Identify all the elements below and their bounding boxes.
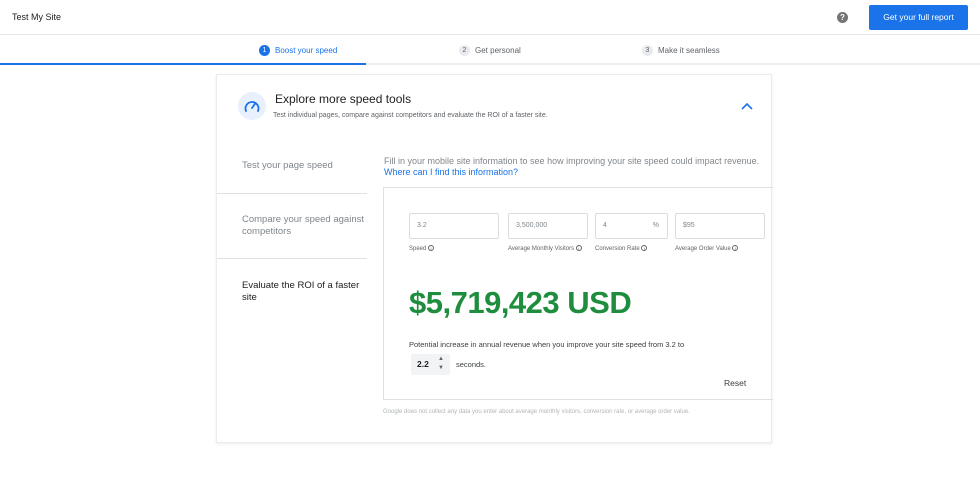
chevron-up-icon[interactable]: ▲ bbox=[438, 356, 444, 362]
card-title: Explore more speed tools bbox=[275, 92, 412, 106]
target-speed-value: 2.2 bbox=[417, 359, 429, 369]
site-title[interactable]: Test My Site bbox=[12, 12, 61, 22]
info-icon[interactable]: i bbox=[575, 245, 582, 252]
active-step-indicator bbox=[0, 63, 366, 65]
order-label-text: Average Order Value bbox=[675, 246, 731, 252]
reset-button[interactable]: Reset bbox=[724, 378, 746, 388]
card-subtitle: Test individual pages, compare against c… bbox=[273, 112, 548, 119]
step-label: Make it seamless bbox=[658, 45, 720, 55]
speed-input[interactable]: 3.2 bbox=[409, 213, 499, 239]
visitors-label: Average Monthly Visitors i bbox=[508, 245, 588, 254]
conversion-rate-input[interactable]: 4 % bbox=[595, 213, 668, 239]
roi-calculator: 3.2 3,500,000 4 % $95 Speed i Average Mo… bbox=[383, 187, 773, 400]
conversion-rate-value: 4 bbox=[603, 222, 607, 229]
step-label: Boost your speed bbox=[275, 45, 338, 55]
nav-compare-speed[interactable]: Compare your speed against competitors bbox=[217, 214, 367, 238]
nav-divider bbox=[217, 258, 367, 259]
order-value-input[interactable]: $95 bbox=[675, 213, 765, 239]
percent-unit: % bbox=[652, 222, 659, 229]
nav-test-page-speed[interactable]: Test your page speed bbox=[217, 160, 367, 172]
monthly-visitors-input[interactable]: 3,500,000 bbox=[508, 213, 588, 239]
step-number: 1 bbox=[259, 44, 270, 56]
get-full-report-button[interactable]: Get your full report bbox=[869, 5, 968, 30]
speed-tools-card: Explore more speed tools Test individual… bbox=[216, 74, 773, 443]
progress-steps: 1 Boost your speed 2 Get personal 3 Make… bbox=[0, 35, 980, 65]
speedometer-icon bbox=[238, 92, 266, 120]
chevron-up-icon[interactable] bbox=[741, 97, 753, 115]
nav-evaluate-roi[interactable]: Evaluate the ROI of a faster site bbox=[217, 280, 367, 304]
potential-increase-text: Potential increase in annual revenue whe… bbox=[409, 340, 685, 349]
step-number: 3 bbox=[642, 44, 653, 56]
step-make-seamless[interactable]: 3 Make it seamless bbox=[642, 44, 720, 56]
intro-description: Fill in your mobile site information to … bbox=[384, 156, 760, 166]
conversion-label-text: Conversion Rate bbox=[595, 246, 640, 252]
visitors-label-text: Average Monthly Visitors bbox=[508, 246, 575, 252]
intro-text: Fill in your mobile site information to … bbox=[384, 156, 764, 178]
step-get-personal[interactable]: 2 Get personal bbox=[459, 44, 521, 56]
privacy-disclaimer: Google does not collect any data you ent… bbox=[383, 409, 690, 415]
step-label: Get personal bbox=[475, 45, 521, 55]
info-icon[interactable]: i bbox=[732, 245, 739, 252]
nav-divider bbox=[217, 193, 367, 194]
target-speed-stepper[interactable]: 2.2 ▲ ▼ bbox=[411, 354, 450, 375]
revenue-amount: $5,719,423 USD bbox=[409, 285, 632, 320]
speed-label-text: Speed bbox=[409, 246, 427, 252]
seconds-text: seconds. bbox=[456, 360, 487, 369]
step-boost-speed[interactable]: 1 Boost your speed bbox=[259, 44, 337, 56]
chevron-down-icon[interactable]: ▼ bbox=[438, 365, 444, 371]
help-icon[interactable]: ? bbox=[837, 12, 848, 23]
info-icon[interactable]: i bbox=[428, 245, 435, 252]
conversion-label: Conversion Rate i bbox=[595, 245, 648, 254]
order-label: Average Order Value i bbox=[675, 245, 739, 254]
info-link[interactable]: Where can I find this information? bbox=[384, 167, 518, 177]
info-icon[interactable]: i bbox=[641, 245, 648, 252]
step-number: 2 bbox=[459, 44, 470, 56]
speed-label: Speed i bbox=[409, 245, 435, 254]
top-bar: Test My Site ? Get your full report bbox=[0, 0, 980, 35]
